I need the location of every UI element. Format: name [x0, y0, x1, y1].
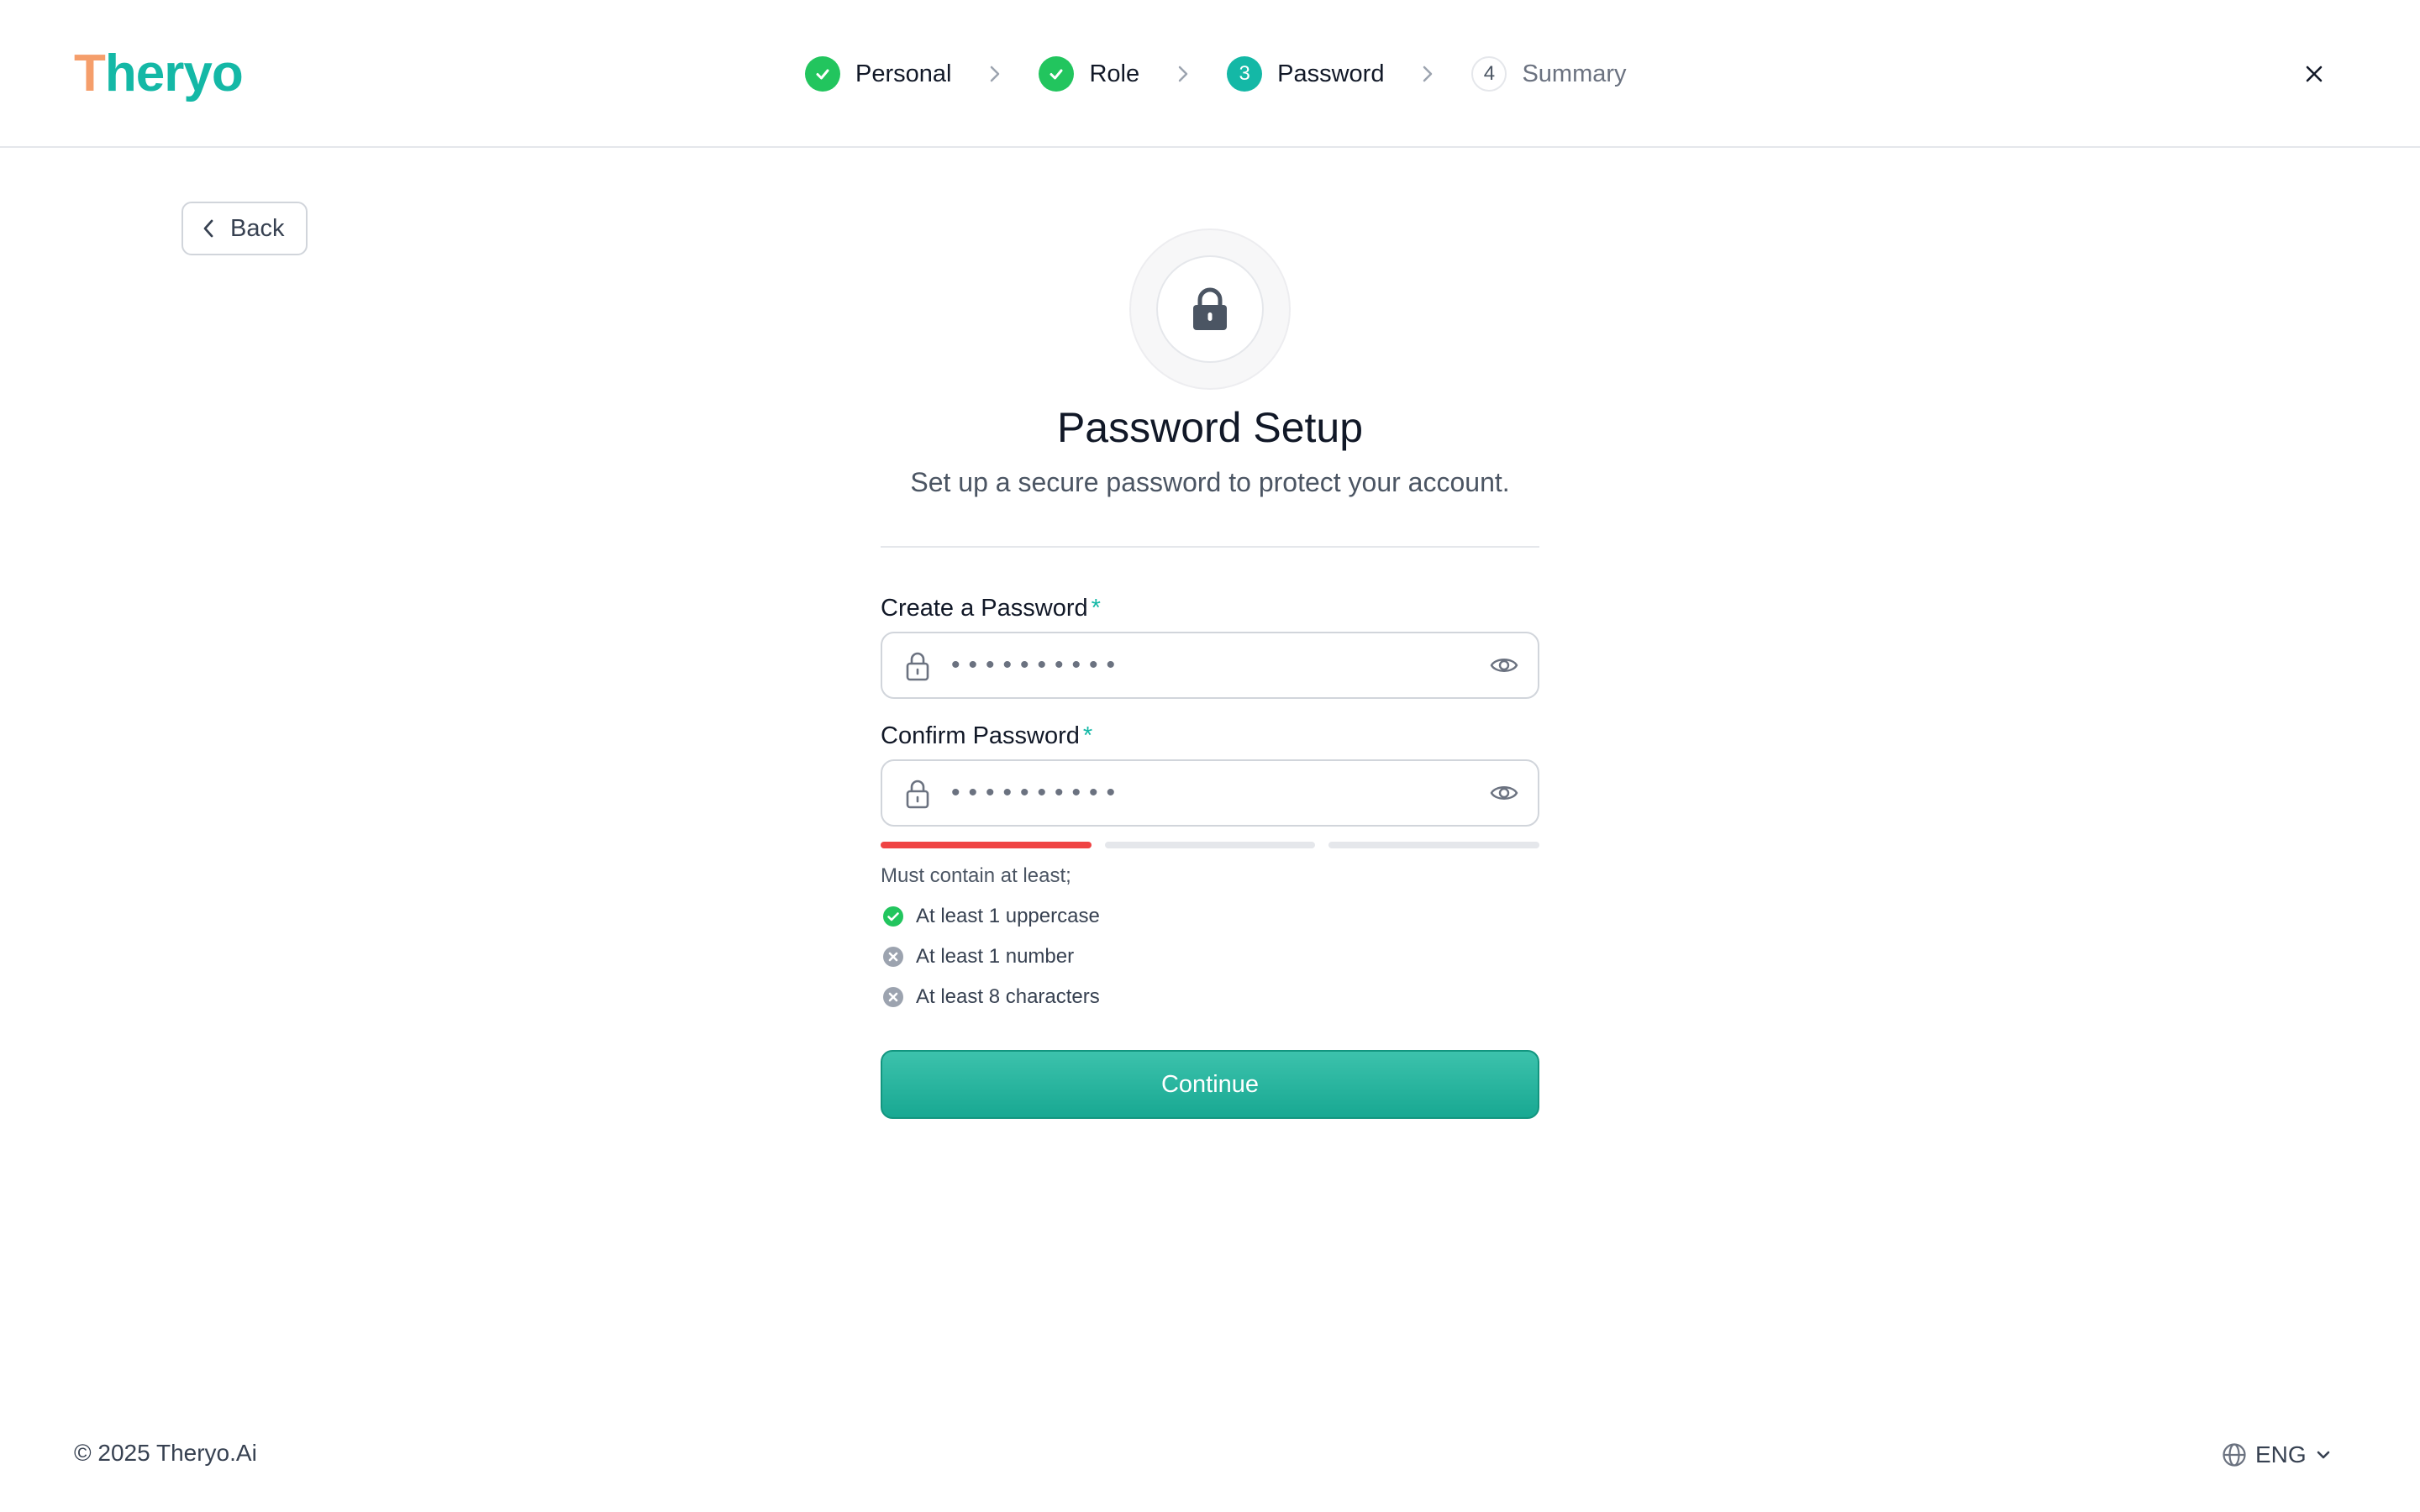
rule-uppercase: At least 1 uppercase — [882, 902, 1100, 931]
theryo-logo[interactable]: Theryo — [74, 40, 244, 108]
x-circle-icon — [883, 947, 903, 967]
strength-segment — [1328, 842, 1540, 848]
eye-icon[interactable] — [1489, 650, 1519, 680]
password-input[interactable]: •••••••••• — [881, 632, 1539, 699]
rules-title: Must contain at least; — [881, 864, 1071, 887]
password-value: •••••••••• — [951, 651, 1124, 679]
lock-badge — [1129, 228, 1291, 390]
step-label: Summary — [1522, 60, 1627, 87]
step-password[interactable]: 3 Password — [1227, 56, 1384, 92]
top-bar: Theryo Personal Role 3 Password 4 Summar… — [0, 0, 2420, 148]
required-mark: * — [1082, 722, 1093, 749]
progress-stepper: Personal Role 3 Password 4 Summary — [805, 54, 1627, 94]
back-button[interactable]: Back — [182, 202, 308, 255]
back-label: Back — [230, 214, 285, 242]
rule-text: At least 8 characters — [916, 985, 1100, 1008]
x-circle-icon — [883, 987, 903, 1007]
rule-length: At least 8 characters — [882, 983, 1100, 1011]
language-selector[interactable]: ENG — [2222, 1436, 2332, 1473]
globe-icon — [2223, 1443, 2246, 1467]
chevron-right-icon — [1419, 54, 1436, 94]
confirm-password-input[interactable]: •••••••••• — [881, 759, 1539, 827]
check-circle-icon — [883, 906, 903, 927]
language-code: ENG — [2255, 1441, 2307, 1467]
close-icon — [2306, 66, 2323, 82]
chevron-left-icon — [203, 219, 213, 238]
chevron-down-icon — [2317, 1451, 2329, 1459]
lock-icon — [1193, 287, 1227, 330]
page-subtitle: Set up a secure password to protect your… — [910, 467, 1510, 497]
page-title: Password Setup — [1056, 404, 1364, 451]
check-circle-icon — [805, 56, 840, 92]
strength-segment — [1104, 842, 1316, 848]
chevron-right-icon — [1175, 54, 1192, 94]
step-role[interactable]: Role — [1039, 56, 1139, 92]
step-label: Personal — [855, 60, 952, 87]
rule-text: At least 1 uppercase — [916, 905, 1100, 927]
confirm-password-label: Confirm Password * — [881, 722, 1093, 749]
check-circle-icon — [1039, 56, 1075, 92]
copyright-text: © 2025 Theryo.Ai — [74, 1440, 257, 1466]
eye-icon[interactable] — [1489, 778, 1519, 808]
chevron-right-icon — [986, 54, 1003, 94]
step-label: Password — [1277, 60, 1385, 87]
divider — [881, 546, 1539, 548]
lock-outline-icon — [906, 780, 929, 809]
lock-outline-icon — [906, 652, 929, 681]
password-strength-meter — [881, 842, 1540, 848]
rule-number: At least 1 number — [882, 942, 1074, 971]
close-button[interactable] — [2294, 54, 2334, 94]
confirm-password-value: •••••••••• — [951, 779, 1124, 806]
strength-segment — [881, 842, 1092, 848]
password-label: Create a Password * — [881, 595, 1101, 622]
rule-text: At least 1 number — [916, 945, 1075, 968]
step-label: Role — [1089, 60, 1140, 87]
step-number: 3 — [1227, 56, 1263, 92]
step-summary[interactable]: 4 Summary — [1471, 56, 1627, 92]
step-personal[interactable]: Personal — [805, 56, 951, 92]
step-number: 4 — [1471, 56, 1507, 92]
continue-button[interactable]: Continue — [881, 1050, 1539, 1119]
required-mark: * — [1091, 595, 1101, 622]
